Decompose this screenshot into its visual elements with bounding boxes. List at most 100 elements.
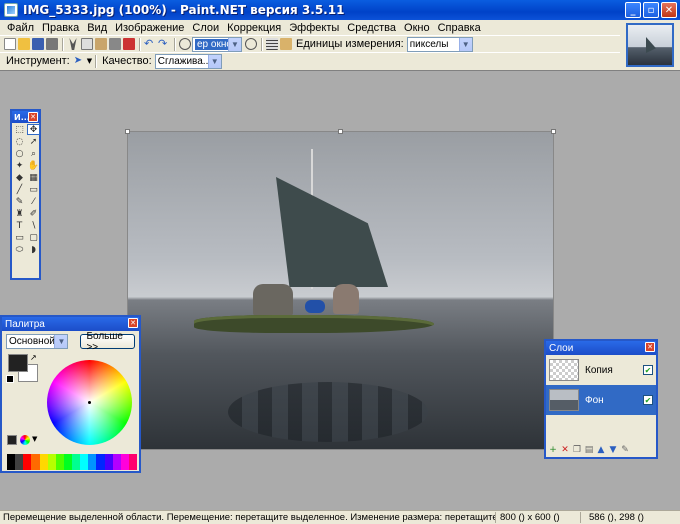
delete-layer-icon[interactable]: ✕ — [560, 445, 570, 455]
color-swatch[interactable] — [63, 454, 72, 470]
image-canvas[interactable] — [127, 131, 554, 450]
close-icon[interactable]: ✕ — [28, 112, 38, 122]
color-swatch[interactable] — [39, 454, 48, 470]
rounded-rectangle-icon[interactable]: ▢ — [27, 232, 40, 243]
eraser-icon[interactable]: ▭ — [27, 184, 40, 195]
close-button[interactable]: ✕ — [661, 2, 677, 18]
units-combo[interactable]: пикселы ▼ — [406, 36, 473, 52]
layer-visibility-checkbox[interactable]: ✔ — [643, 395, 653, 405]
line-curve-icon[interactable]: ∖ — [27, 220, 40, 231]
menu-effects[interactable]: Эффекты — [285, 22, 343, 34]
menu-window[interactable]: Окно — [400, 22, 434, 34]
duplicate-layer-icon[interactable]: ❐ — [572, 445, 582, 455]
color-swatch[interactable] — [120, 454, 129, 470]
color-wheel[interactable] — [47, 360, 132, 445]
save-icon[interactable] — [32, 38, 44, 50]
redo-icon[interactable]: ↷ — [158, 38, 170, 50]
rectangle-icon[interactable]: ▭ — [13, 232, 26, 243]
palette-options-icon[interactable] — [20, 435, 30, 445]
print-icon[interactable] — [46, 38, 58, 50]
menu-adjustments[interactable]: Коррекция — [223, 22, 285, 34]
freeform-shape-icon[interactable]: ◗ — [27, 244, 40, 255]
lasso-select-icon[interactable]: ◌ — [13, 136, 26, 147]
swap-colors-icon[interactable]: ↗ — [30, 353, 37, 362]
close-icon[interactable]: ✕ — [128, 318, 138, 328]
color-swatch[interactable] — [96, 454, 105, 470]
image-tab-thumbnail[interactable] — [620, 20, 680, 70]
color-swatch[interactable] — [23, 454, 32, 470]
clone-stamp-icon[interactable]: ♜ — [13, 208, 26, 219]
move-layer-up-icon[interactable]: ▲ — [596, 445, 606, 455]
color-swatch[interactable] — [31, 454, 40, 470]
zoom-combo[interactable]: ер окно ▼ — [192, 36, 242, 52]
zoom-in-icon[interactable] — [245, 38, 257, 50]
crop-icon[interactable] — [109, 38, 121, 50]
menu-view[interactable]: Вид — [83, 22, 111, 34]
chevron-down-icon[interactable]: ▼ — [207, 54, 221, 68]
chevron-down-icon[interactable]: ▼ — [228, 37, 241, 51]
color-picker-icon[interactable]: ⁄ — [27, 196, 40, 207]
color-swatch[interactable] — [88, 454, 97, 470]
pan-icon[interactable]: ✋ — [27, 160, 40, 171]
menu-help[interactable]: Справка — [434, 22, 485, 34]
layer-item[interactable]: Копия ✔ — [546, 355, 656, 385]
color-swatch[interactable] — [80, 454, 89, 470]
merge-layer-icon[interactable]: ▤ — [584, 445, 594, 455]
recolor-icon[interactable]: ✐ — [27, 208, 40, 219]
rectangle-select-icon[interactable]: ⬚ — [13, 124, 26, 135]
gradient-icon[interactable]: ▦ — [27, 172, 40, 183]
magic-wand-icon[interactable]: ✦ — [13, 160, 26, 171]
layer-item[interactable]: Фон ✔ — [546, 385, 656, 415]
layer-properties-icon[interactable]: ✎ — [620, 445, 630, 455]
close-icon[interactable]: ✕ — [645, 342, 655, 352]
chevron-down-icon[interactable]: ▼ — [458, 37, 472, 51]
paint-bucket-icon[interactable]: ◆ — [13, 172, 26, 183]
chevron-down-icon[interactable]: ▼ — [87, 57, 92, 65]
move-selection-icon[interactable]: ➤ — [74, 55, 86, 67]
chevron-down-icon[interactable]: ▼ — [32, 435, 37, 443]
quality-combo[interactable]: Сглажива... ▼ — [154, 53, 222, 69]
menu-edit[interactable]: Правка — [38, 22, 83, 34]
color-swatch[interactable] — [112, 454, 121, 470]
menu-file[interactable]: Файл — [3, 22, 38, 34]
maximize-button[interactable]: ▫ — [643, 2, 659, 18]
chevron-down-icon[interactable]: ▼ — [54, 335, 68, 348]
zoom-icon[interactable] — [179, 38, 191, 50]
primary-color-swatch[interactable] — [8, 354, 28, 372]
minimize-button[interactable]: _ — [625, 2, 641, 18]
zoom-icon[interactable]: ⌕ — [27, 148, 40, 159]
color-swatch[interactable] — [55, 454, 64, 470]
color-swatch[interactable] — [104, 454, 113, 470]
grid-icon[interactable] — [266, 38, 278, 50]
ellipse-select-icon[interactable]: ○ — [13, 148, 26, 159]
copy-icon[interactable] — [81, 38, 93, 50]
menu-layers[interactable]: Слои — [188, 22, 223, 34]
ellipse-icon[interactable]: ⬭ — [13, 244, 26, 255]
move-layer-down-icon[interactable]: ▼ — [608, 445, 618, 455]
deselect-icon[interactable] — [123, 38, 135, 50]
undo-icon[interactable]: ↶ — [144, 38, 156, 50]
color-swatch[interactable] — [15, 454, 24, 470]
more-button[interactable]: Больше >> — [80, 331, 135, 353]
new-icon[interactable] — [4, 38, 16, 50]
menu-image[interactable]: Изображение — [111, 22, 188, 34]
color-swatch[interactable] — [128, 454, 137, 470]
pencil-icon[interactable]: ✎ — [13, 196, 26, 207]
color-swatch[interactable] — [72, 454, 81, 470]
color-swatches[interactable] — [7, 454, 137, 470]
resize-handle[interactable] — [125, 129, 130, 134]
color-swatch[interactable] — [7, 454, 16, 470]
resize-handle[interactable] — [551, 129, 556, 134]
color-swatch[interactable] — [47, 454, 56, 470]
resize-handle[interactable] — [338, 129, 343, 134]
add-layer-icon[interactable]: + — [548, 445, 558, 455]
primary-mini-icon[interactable] — [7, 435, 17, 445]
text-icon[interactable]: T — [13, 220, 26, 231]
paste-icon[interactable] — [95, 38, 107, 50]
palette-preset-combo[interactable]: Основной ▼ — [6, 334, 69, 349]
move-selection-icon[interactable]: ➚ — [27, 136, 40, 147]
open-icon[interactable] — [18, 38, 30, 50]
menu-tools[interactable]: Средства — [343, 22, 400, 34]
paintbrush-icon[interactable]: ╱ — [13, 184, 26, 195]
ruler-icon[interactable] — [280, 38, 292, 50]
